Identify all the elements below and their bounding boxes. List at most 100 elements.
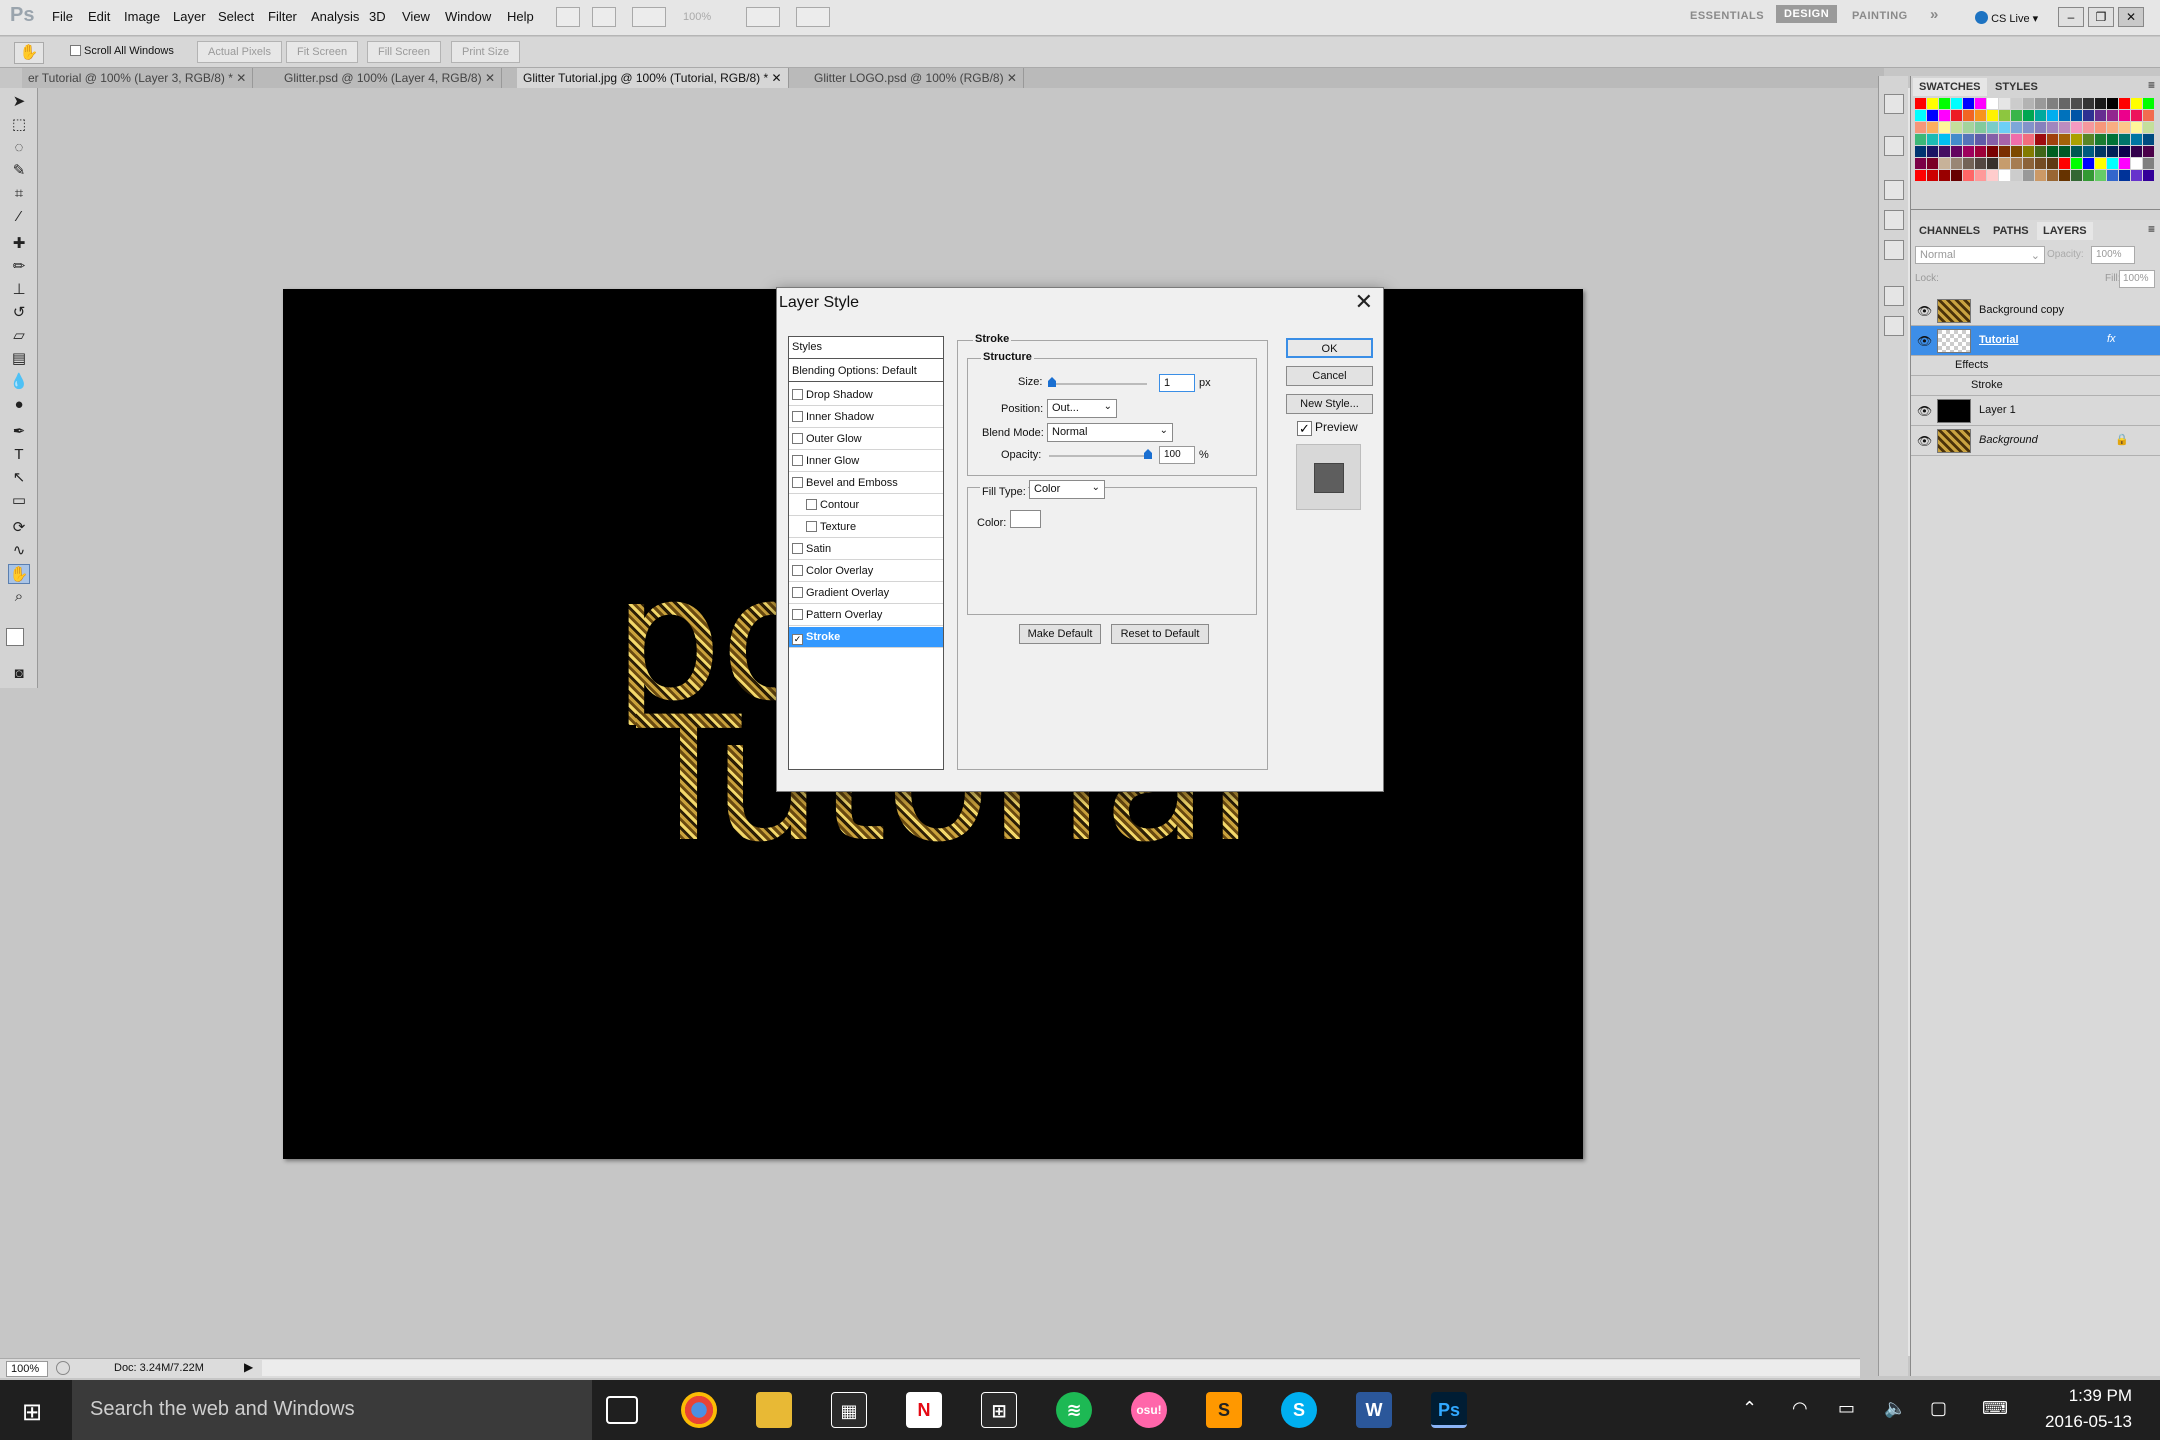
clone-source-icon[interactable]	[1884, 210, 1904, 230]
swatch-r0-c15[interactable]	[2095, 98, 2106, 109]
swatch-r0-c10[interactable]	[2035, 98, 2046, 109]
swatch-r4-c4[interactable]	[1963, 146, 1974, 157]
swatch-r3-c1[interactable]	[1927, 134, 1938, 145]
position-select[interactable]: Out... ⌄	[1047, 399, 1117, 418]
swatch-r4-c10[interactable]	[2035, 146, 2046, 157]
swatch-r2-c18[interactable]	[2131, 122, 2142, 133]
make-default-button[interactable]: Make Default	[1019, 624, 1101, 644]
close-icon[interactable]: ✕	[1355, 291, 1373, 313]
stroke-color-swatch[interactable]	[1010, 510, 1041, 528]
blend-mode-select[interactable]: Normal ⌄	[1047, 423, 1173, 442]
swatch-r1-c16[interactable]	[2107, 110, 2118, 121]
swatch-r6-c1[interactable]	[1927, 170, 1938, 181]
swatch-r0-c16[interactable]	[2107, 98, 2118, 109]
swatch-r4-c5[interactable]	[1975, 146, 1986, 157]
swatch-r3-c3[interactable]	[1951, 134, 1962, 145]
swatch-r5-c7[interactable]	[1999, 158, 2010, 169]
swatch-r1-c8[interactable]	[2011, 110, 2022, 121]
skype-icon[interactable]: S	[1281, 1392, 1317, 1428]
swatch-r2-c7[interactable]	[1999, 122, 2010, 133]
swatch-r1-c0[interactable]	[1915, 110, 1926, 121]
swatch-r1-c15[interactable]	[2095, 110, 2106, 121]
close-tab-icon[interactable]: ✕	[1007, 71, 1017, 85]
menu-image[interactable]: Image	[124, 9, 160, 24]
fill-screen-button[interactable]: Fill Screen	[367, 41, 441, 63]
bridge-icon[interactable]	[556, 7, 580, 27]
swatch-r3-c9[interactable]	[2023, 134, 2034, 145]
photoshop-taskbar-icon[interactable]: Ps	[1431, 1392, 1467, 1428]
network-icon[interactable]: ◠	[1792, 1398, 1808, 1419]
tab-styles[interactable]: STYLES	[1989, 78, 2044, 96]
fx-icon[interactable]: fx	[2107, 333, 2116, 345]
style-item-inner-shadow[interactable]: Inner Shadow	[789, 407, 943, 428]
swatch-r3-c8[interactable]	[2011, 134, 2022, 145]
history-brush-tool-icon[interactable]: ↺	[8, 303, 30, 323]
menu-analysis[interactable]: Analysis	[311, 9, 359, 24]
swatch-r3-c2[interactable]	[1939, 134, 1950, 145]
swatch-r0-c9[interactable]	[2023, 98, 2034, 109]
swatch-r6-c19[interactable]	[2143, 170, 2154, 181]
tab-swatches[interactable]: SWATCHES	[1913, 78, 1987, 96]
pen-tool-icon[interactable]: ✒	[8, 422, 30, 442]
sublime-text-icon[interactable]: S	[1206, 1392, 1242, 1428]
marquee-tool-icon[interactable]: ⬚	[8, 115, 30, 135]
swatch-r5-c11[interactable]	[2047, 158, 2058, 169]
style-item-pattern-overlay[interactable]: Pattern Overlay	[789, 605, 943, 626]
character-icon[interactable]	[1884, 240, 1904, 260]
swatch-r4-c8[interactable]	[2011, 146, 2022, 157]
cancel-button[interactable]: Cancel	[1286, 366, 1373, 386]
swatch-r3-c4[interactable]	[1963, 134, 1974, 145]
opacity-slider-track[interactable]	[1049, 455, 1147, 457]
swatch-r2-c11[interactable]	[2047, 122, 2058, 133]
move-tool-icon[interactable]: ➤	[8, 92, 30, 112]
swatch-r0-c13[interactable]	[2071, 98, 2082, 109]
scroll-all-windows-checkbox[interactable]: Scroll All Windows	[70, 45, 174, 57]
reset-to-default-button[interactable]: Reset to Default	[1111, 624, 1209, 644]
swatch-r5-c3[interactable]	[1951, 158, 1962, 169]
opacity-field[interactable]: 100%	[2091, 246, 2135, 264]
swatch-r2-c10[interactable]	[2035, 122, 2046, 133]
swatch-r6-c15[interactable]	[2095, 170, 2106, 181]
swatch-r4-c7[interactable]	[1999, 146, 2010, 157]
swatch-r1-c18[interactable]	[2131, 110, 2142, 121]
quick-mask-icon[interactable]: ◙	[8, 664, 30, 684]
checkbox-icon[interactable]	[792, 543, 803, 554]
zoom-level[interactable]: 100%	[683, 11, 711, 23]
store-icon[interactable]: ⊞	[981, 1392, 1017, 1428]
close-tab-icon[interactable]: ✕	[772, 71, 782, 85]
swatch-r6-c2[interactable]	[1939, 170, 1950, 181]
swatch-r5-c10[interactable]	[2035, 158, 2046, 169]
swatch-r6-c10[interactable]	[2035, 170, 2046, 181]
eye-icon[interactable]: 👁	[1917, 304, 1932, 318]
swatch-r5-c14[interactable]	[2083, 158, 2094, 169]
eye-icon[interactable]: 👁	[1917, 434, 1932, 448]
clock-date[interactable]: 2016-05-13	[2030, 1412, 2132, 1432]
style-item-bevel-and-emboss[interactable]: Bevel and Emboss	[789, 473, 943, 494]
checkbox-icon[interactable]	[792, 455, 803, 466]
swatch-r2-c16[interactable]	[2107, 122, 2118, 133]
zoom-field[interactable]: 100%	[6, 1361, 48, 1377]
swatch-r6-c5[interactable]	[1975, 170, 1986, 181]
swatch-r6-c13[interactable]	[2071, 170, 2082, 181]
swatch-r1-c11[interactable]	[2047, 110, 2058, 121]
swatch-r2-c6[interactable]	[1987, 122, 1998, 133]
workspace-design[interactable]: DESIGN	[1776, 5, 1838, 23]
swatch-r2-c15[interactable]	[2095, 122, 2106, 133]
swatch-r0-c8[interactable]	[2011, 98, 2022, 109]
swatch-r5-c6[interactable]	[1987, 158, 1998, 169]
menu-edit[interactable]: Edit	[88, 9, 110, 24]
osu-icon[interactable]: osu!	[1131, 1392, 1167, 1428]
file-explorer-icon[interactable]	[756, 1392, 792, 1428]
windows-start-icon[interactable]: ⊞	[22, 1398, 42, 1427]
more-workspaces-icon[interactable]: »	[1930, 6, 1939, 23]
swatch-r6-c4[interactable]	[1963, 170, 1974, 181]
status-info-icon[interactable]	[56, 1361, 70, 1375]
swatch-r1-c19[interactable]	[2143, 110, 2154, 121]
swatch-r3-c5[interactable]	[1975, 134, 1986, 145]
swatch-r3-c11[interactable]	[2047, 134, 2058, 145]
swatch-r5-c5[interactable]	[1975, 158, 1986, 169]
action-center-icon[interactable]: ▢	[1930, 1398, 1947, 1419]
blend-mode-select[interactable]: Normal ⌄	[1915, 246, 2045, 264]
menu-help[interactable]: Help	[507, 9, 534, 24]
swatch-r2-c5[interactable]	[1975, 122, 1986, 133]
